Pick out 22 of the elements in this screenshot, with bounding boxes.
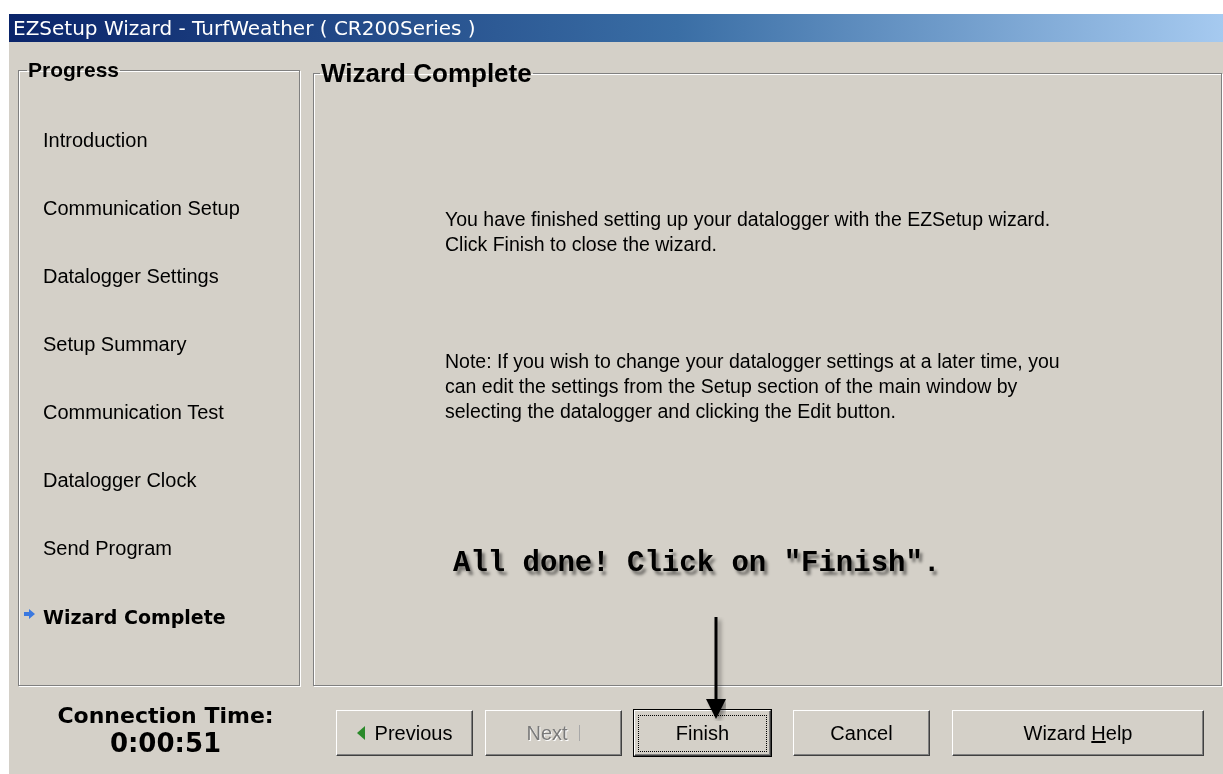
message-text: You have finished setting up your datalogger with the EZSetup wizard. Click Finish to close the wizard.	[445, 207, 1052, 257]
panel-title: Progress	[27, 58, 121, 82]
window-title: EZSetup Wizard - TurfWeather ( CR200Series )	[13, 16, 476, 40]
step-item: Setup Summary	[43, 333, 187, 356]
step-item: Communication Setup	[43, 197, 240, 220]
message-text: Note: If you wish to change your datalogger settings at a later time, you can edit the settings from the Setup section of the main window by selecting the datalogger and clicking the Edit button.	[445, 349, 1061, 424]
wizard-button[interactable]: Cancel	[793, 710, 930, 756]
previous-button[interactable]: Previous	[336, 710, 473, 756]
step-item: Communication Test	[43, 401, 224, 424]
step-item: Datalogger Clock	[43, 469, 197, 492]
wizard-button[interactable]: Wizard Help	[952, 710, 1204, 756]
annotation-text: All done! Click on "Finish".	[453, 547, 941, 580]
connection-time: 0:00:51	[109, 727, 222, 758]
page-title: Wizard Complete	[320, 58, 533, 89]
step-item: Send Program	[43, 537, 172, 560]
wizard-button[interactable]: Finish	[634, 710, 771, 756]
step-item: Wizard Complete	[43, 605, 226, 628]
step-item: Introduction	[43, 129, 148, 152]
step-item: Datalogger Settings	[43, 265, 219, 288]
connection-label: Connection Time:	[57, 702, 274, 728]
back-arrow-icon	[356, 726, 365, 740]
forward-bar-icon	[577, 725, 581, 741]
